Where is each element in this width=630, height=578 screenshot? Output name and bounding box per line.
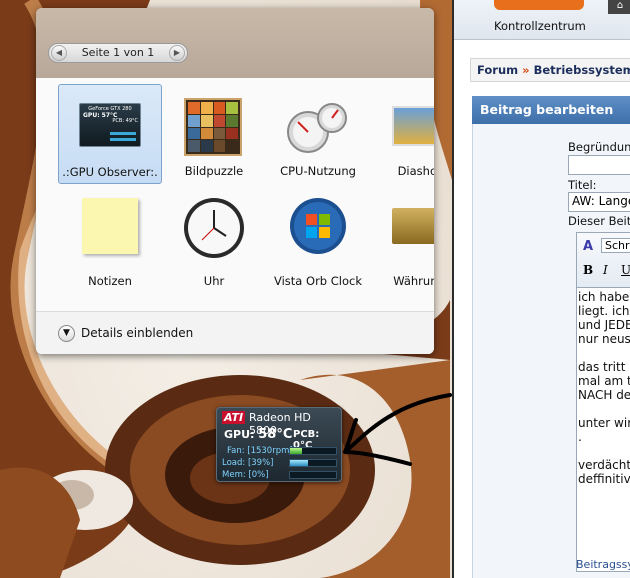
load-bar [289,459,337,467]
page-navigator: ◀ Seite 1 von 1 ▶ [48,43,188,63]
gadget-slideshow[interactable]: Diashow [370,84,434,184]
details-label: Details einblenden [81,326,194,340]
site-header: ⌂ Kontrollzentrum [454,0,630,40]
slideshow-icon [392,106,434,146]
gadget-name: Währungs [393,274,434,288]
ati-gpu-gadget[interactable]: ATI Radeon HD 5800 GPU: 58°C PCB: 0°C Fa… [216,407,342,482]
underline-button[interactable]: U [621,263,630,277]
thumb-bar [110,138,136,141]
gallery-header: ◀ Seite 1 von 1 ▶ [36,8,434,78]
gadget-notes[interactable]: Notizen [58,188,162,288]
gadget-gallery-window: ◀ Seite 1 von 1 ▶ GeForce GTX 280 GPU: 5… [36,8,434,354]
reason-input[interactable] [568,155,630,175]
font-select[interactable]: Schr [601,238,630,253]
previous-page-button[interactable]: ◀ [51,45,67,61]
font-icon[interactable]: A [583,239,593,254]
breadcrumb: Forum » Betriebssysteme [470,58,630,82]
gadget-currency[interactable]: Währungs [370,188,434,288]
fan-fill [290,448,302,454]
clock-icon [184,198,244,258]
gadget-gpu-observer[interactable]: GeForce GTX 280 GPU: 57°C PCB: 49°C .:GP… [58,84,162,184]
breadcrumb-separator: » [522,63,530,77]
site-logo [494,0,584,10]
windows-orb-icon [290,198,346,254]
gadget-vista-orb-clock[interactable]: Vista Orb Clock [266,188,370,288]
gpu-load: Load: [39%] [222,458,274,468]
cpu-meter-icon [287,103,347,153]
gadget-name: Notizen [88,274,132,288]
gallery-footer: ▼ Details einblenden [36,311,434,354]
italic-button[interactable]: I [603,263,608,277]
gadget-name: Bildpuzzle [184,164,244,178]
reason-label: Begründung [568,140,630,154]
gadget-clock[interactable]: Uhr [162,188,266,288]
gadget-name: CPU-Nutzung [280,164,356,178]
control-center-link[interactable]: Kontrollzentrum [494,19,586,33]
edit-post-header: Beitrag bearbeiten [472,96,630,124]
gpu-temp-value: 58°C [258,427,293,442]
thumb-bar [110,132,136,135]
editor-toolbar: A Schr B I U [576,232,630,288]
chevron-down-icon: ▼ [58,325,75,342]
gpu-temp-label: GPU: [224,428,255,441]
note-icon [82,198,138,254]
thumb-pcb-temp: PCB: 49°C [112,118,138,124]
post-label: Dieser Beitr [568,214,630,228]
breadcrumb-forum[interactable]: Forum [477,63,518,77]
gpu-observer-thumbnail: GeForce GTX 280 GPU: 57°C PCB: 49°C [79,103,141,147]
browser-panel: ⌂ Kontrollzentrum Forum » Betriebssystem… [452,0,630,578]
gpu-temperature: GPU: 58°C [224,427,292,442]
fan-bar [289,447,337,455]
ati-logo: ATI [222,411,246,424]
home-icon[interactable]: ⌂ [608,0,630,14]
desktop-wallpaper: ◀ Seite 1 von 1 ▶ GeForce GTX 280 GPU: 5… [0,0,630,578]
breadcrumb-section[interactable]: Betriebssysteme [534,63,630,77]
post-icon-link[interactable]: Beitragssym [576,558,630,571]
gadget-name: Vista Orb Clock [274,274,362,288]
gadget-grid: GeForce GTX 280 GPU: 57°C PCB: 49°C .:GP… [36,78,434,311]
load-fill [290,460,308,466]
gadget-name: Uhr [203,274,225,288]
memory-usage: Mem: [0%] [222,470,269,480]
show-details-toggle[interactable]: ▼ Details einblenden [58,325,193,342]
title-label: Titel: [568,178,597,192]
next-page-button[interactable]: ▶ [169,45,185,61]
bold-button[interactable]: B [583,263,593,277]
gadget-cpu-usage[interactable]: CPU-Nutzung [266,84,370,184]
currency-icon [392,208,434,244]
mem-bar [289,471,337,479]
title-input[interactable]: AW: Lange [568,192,630,212]
fan-speed: Fan: [1530rpm] [227,446,293,456]
gadget-name: Diashow [397,164,434,178]
post-body-text: ich habe liegt. ich und JEDE nur neus da… [578,290,630,486]
page-label: Seite 1 von 1 [81,46,155,59]
gadget-picture-puzzle[interactable]: Bildpuzzle [162,84,266,184]
puzzle-icon [184,98,242,156]
gadget-name: .:GPU Observer:. [62,165,158,179]
